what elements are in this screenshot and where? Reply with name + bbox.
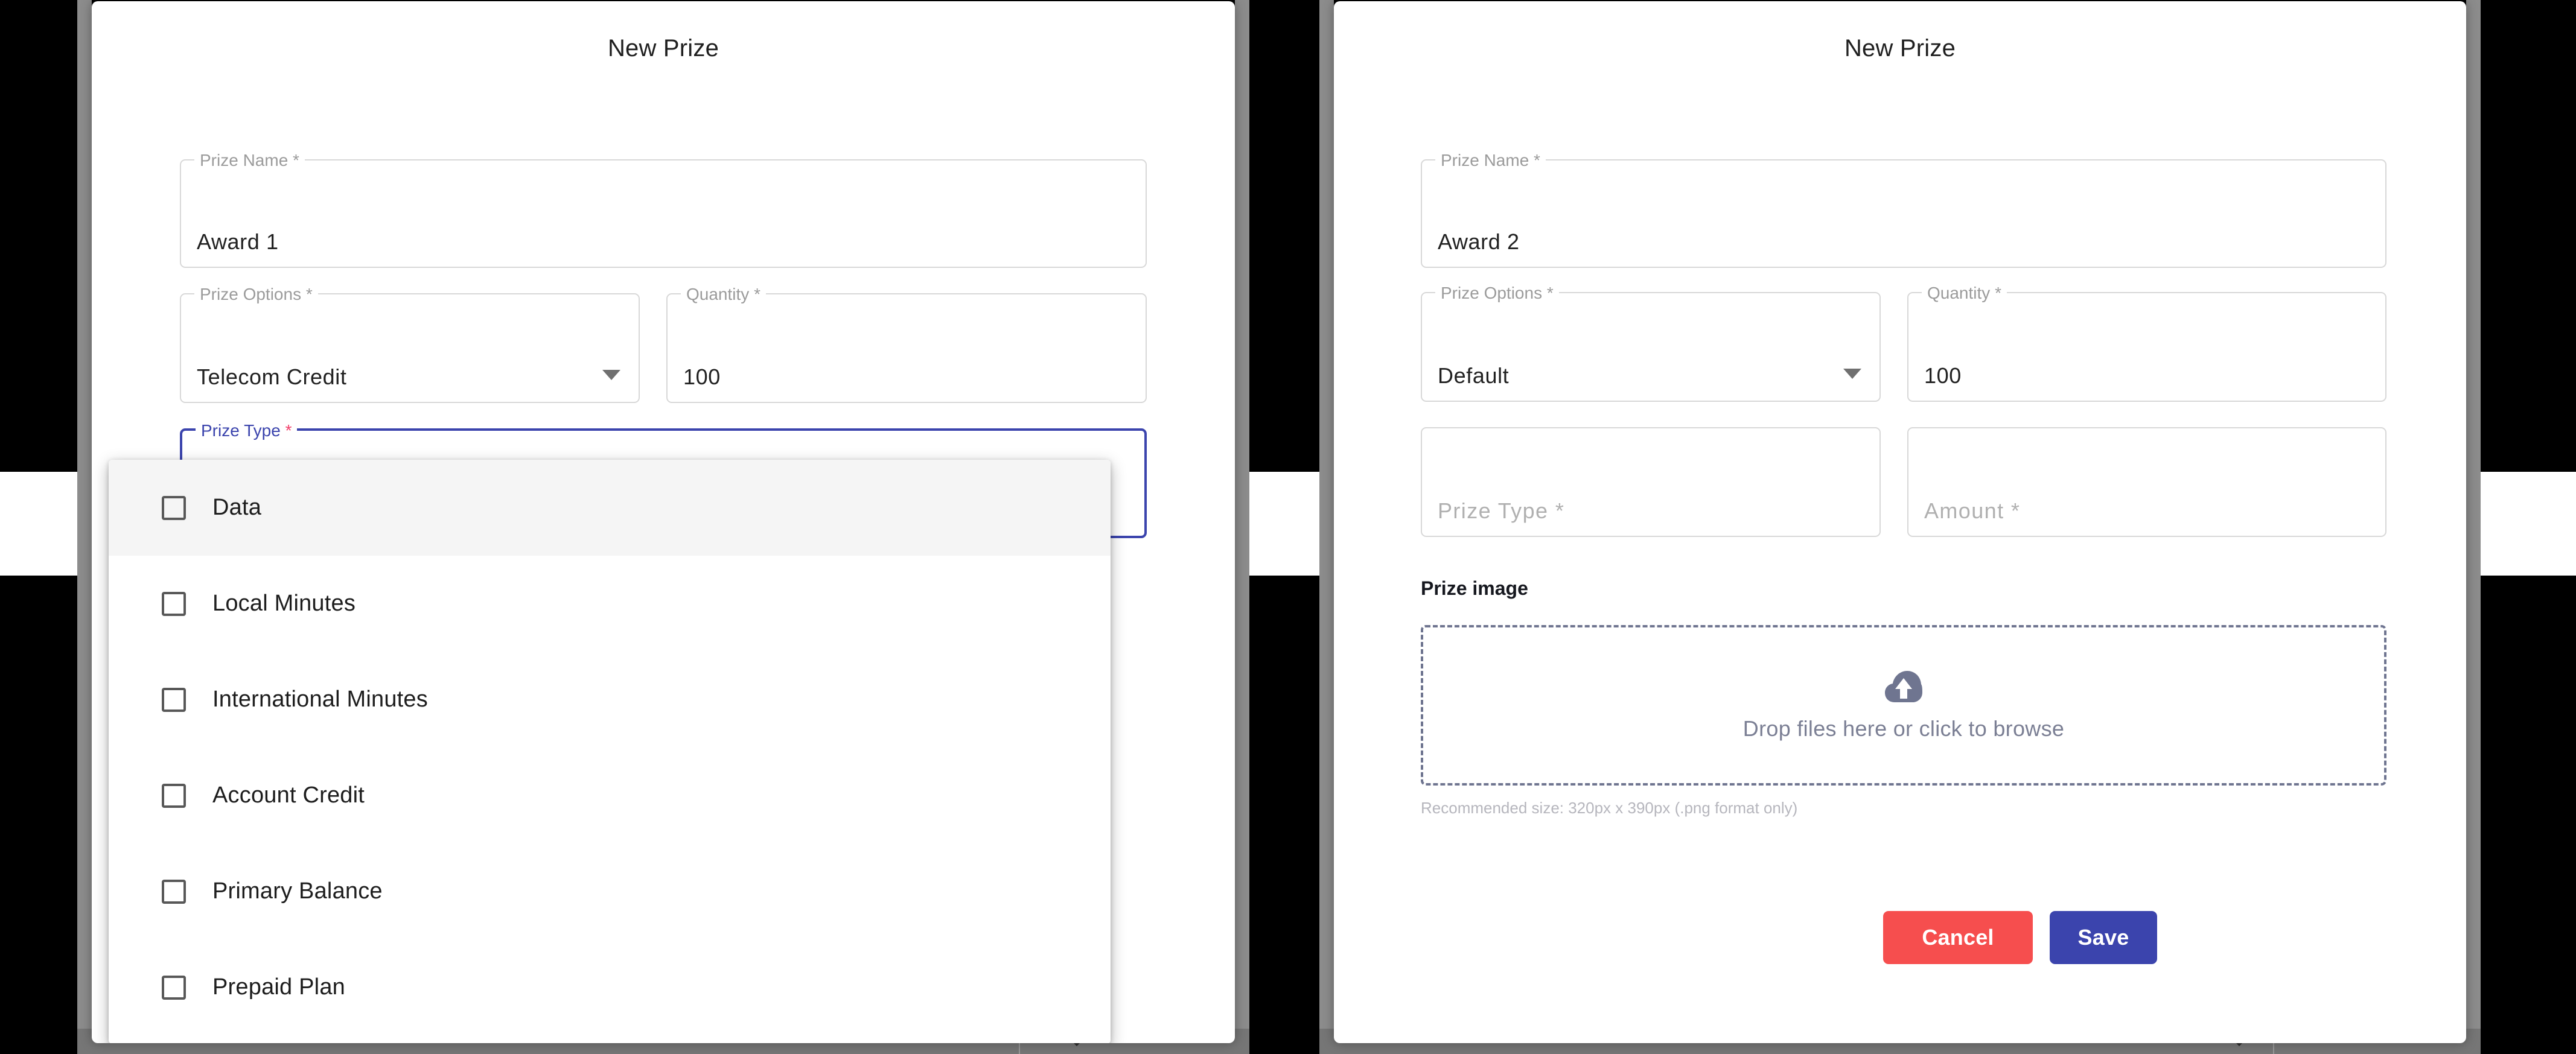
right-dialog-body: New Prize Prize Name * Award 2 Prize Opt…	[1334, 1, 2466, 1043]
checkbox-icon[interactable]	[162, 495, 186, 520]
quantity-field[interactable]: Quantity * 100	[666, 285, 1147, 403]
quantity-value: 100	[683, 364, 721, 389]
prize-options-select[interactable]: Prize Options * Telecom Credit	[180, 285, 640, 403]
prize-type-field[interactable]: Prize Type *	[1421, 427, 1881, 537]
dropdown-option-local-minutes[interactable]: Local Minutes	[109, 556, 1111, 652]
dropdown-option-label: International Minutes	[212, 687, 428, 712]
chevron-down-icon[interactable]	[602, 370, 620, 380]
dropdown-option-data[interactable]: Data	[109, 460, 1111, 556]
quantity-field[interactable]: Quantity * 100	[1907, 284, 2386, 402]
prize-name-field[interactable]: Prize Name * Award 2	[1421, 151, 2386, 268]
prize-name-label: Prize Name *	[194, 151, 305, 170]
dropdown-option-label: Account Credit	[212, 783, 365, 808]
chevron-down-icon[interactable]	[1843, 369, 1861, 379]
checkbox-icon[interactable]	[162, 591, 186, 616]
dropdown-option-label: Primary Balance	[212, 878, 383, 904]
page-title: New Prize	[1844, 35, 1956, 62]
screenshot-stage: New Prize Prize Name * Award 1 Prize Opt…	[0, 0, 2576, 1054]
cancel-button[interactable]: Cancel	[1883, 911, 2033, 964]
dropdown-option-account-credit[interactable]: Account Credit	[109, 748, 1111, 843]
prize-type-dropdown-menu[interactable]: Data Local Minutes International Minutes…	[109, 460, 1111, 1043]
page-gutter-right-outer	[2466, 0, 2481, 1054]
prize-name-field[interactable]: Prize Name * Award 1	[180, 151, 1147, 268]
page-title: New Prize	[607, 35, 719, 62]
prize-options-select[interactable]: Prize Options * Default	[1421, 284, 1881, 402]
prize-name-value: Award 2	[1438, 229, 1520, 254]
quantity-label: Quantity *	[681, 285, 766, 303]
checkbox-icon[interactable]	[162, 687, 186, 712]
left-dialog-body: New Prize Prize Name * Award 1 Prize Opt…	[92, 1, 1235, 1043]
prize-image-hint: Recommended size: 320px x 390px (.png fo…	[1421, 799, 1798, 817]
dropdown-option-international-minutes[interactable]: International Minutes	[109, 652, 1111, 748]
dropdown-option-label: Data	[212, 495, 262, 520]
amount-placeholder: Amount *	[1924, 498, 2021, 523]
prize-image-dropzone[interactable]: Drop files here or click to browse	[1421, 625, 2386, 786]
prize-options-value: Telecom Credit	[197, 364, 347, 389]
prize-options-label: Prize Options *	[1435, 284, 1559, 302]
prize-options-value: Default	[1438, 363, 1510, 388]
cloud-upload-icon	[1884, 670, 1923, 708]
save-button[interactable]: Save	[2050, 911, 2157, 964]
prize-name-value: Award 1	[197, 229, 279, 254]
quantity-label: Quantity *	[1922, 284, 2007, 302]
right-new-prize-dialog: New Prize Prize Name * Award 2 Prize Opt…	[1334, 1, 2466, 1043]
page-gutter-right-inner	[1319, 0, 1334, 1054]
dropdown-option-label: Prepaid Plan	[212, 974, 345, 1000]
dropdown-option-label: Local Minutes	[212, 591, 356, 616]
dropzone-text: Drop files here or click to browse	[1742, 716, 2065, 741]
page-gutter-left-inner	[1235, 0, 1249, 1054]
amount-field[interactable]: Amount *	[1907, 427, 2386, 537]
checkbox-icon[interactable]	[162, 879, 186, 904]
dropdown-option-prepaid-plan[interactable]: Prepaid Plan	[109, 939, 1111, 1035]
checkbox-icon[interactable]	[162, 975, 186, 1000]
page-gutter-left-outer	[77, 0, 92, 1054]
quantity-value: 100	[1924, 363, 1962, 388]
prize-type-label: Prize Type *	[196, 422, 298, 440]
prize-image-section-label: Prize image	[1421, 577, 1528, 599]
left-new-prize-dialog: New Prize Prize Name * Award 1 Prize Opt…	[92, 1, 1235, 1043]
prize-options-label: Prize Options *	[194, 285, 318, 303]
prize-type-placeholder: Prize Type *	[1438, 498, 1565, 523]
prize-name-label: Prize Name *	[1435, 151, 1546, 170]
checkbox-icon[interactable]	[162, 783, 186, 808]
dropdown-option-primary-balance[interactable]: Primary Balance	[109, 843, 1111, 939]
